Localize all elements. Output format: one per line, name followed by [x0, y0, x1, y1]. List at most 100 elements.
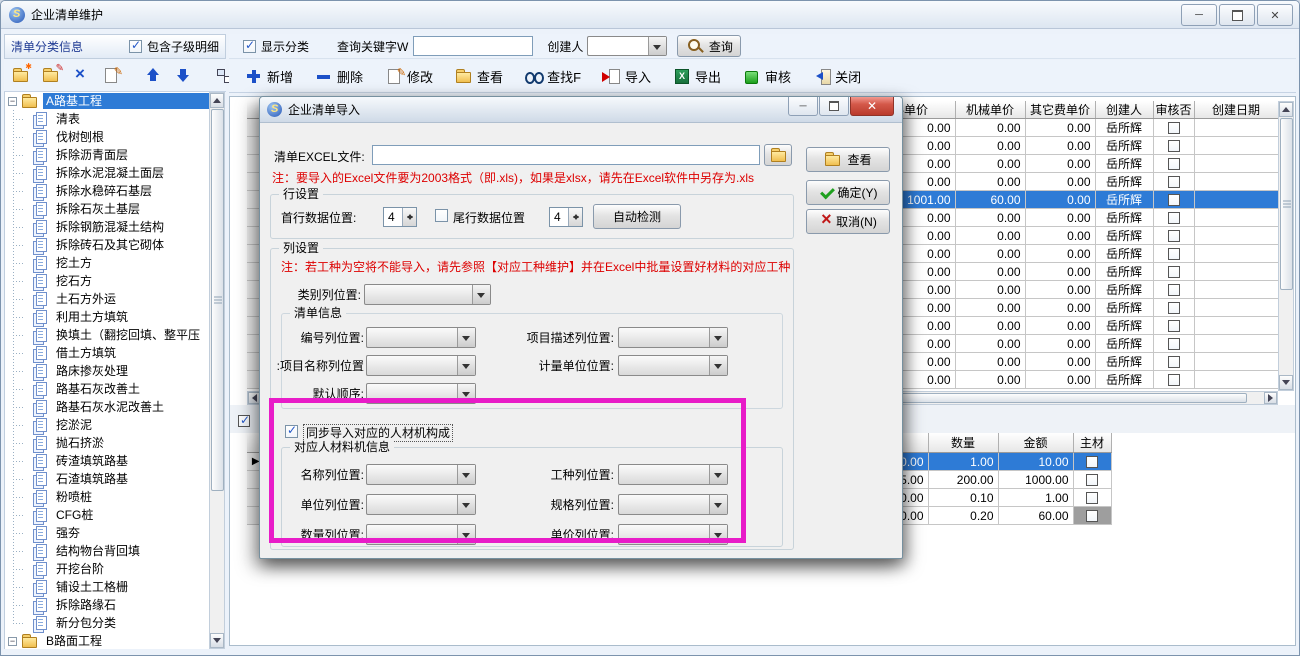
tree-item[interactable]: 拆除路缘石	[5, 596, 210, 614]
close-button[interactable]: 关闭	[813, 67, 861, 86]
audit-checkbox[interactable]	[1168, 374, 1180, 386]
unit-col-combobox[interactable]	[618, 355, 728, 376]
tree-root-item[interactable]: −A路基工程	[5, 92, 210, 110]
tree-item[interactable]: 粉喷桩	[5, 488, 210, 506]
view-button[interactable]: 查看	[455, 67, 503, 86]
tree-item[interactable]: 伐树刨根	[5, 128, 210, 146]
export-button[interactable]: 导出	[673, 67, 721, 86]
audit-checkbox[interactable]	[1168, 212, 1180, 224]
tree-root-item[interactable]: −B路面工程	[5, 632, 210, 649]
creator-combobox[interactable]	[587, 36, 667, 56]
close-button[interactable]: ✕	[1257, 4, 1293, 26]
dialog-close-button[interactable]: ✕	[850, 97, 894, 116]
minimize-button[interactable]: ─	[1181, 4, 1217, 26]
tree-scrollbar-thumb[interactable]	[211, 109, 224, 491]
tree-scrollbar[interactable]	[209, 92, 225, 649]
tree-item[interactable]: 抛石挤淤	[5, 434, 210, 452]
tree-item[interactable]: 土石方外运	[5, 290, 210, 308]
tree-item[interactable]: 借土方填筑	[5, 344, 210, 362]
new-folder-icon[interactable]	[10, 66, 32, 85]
cancel-button[interactable]: 取消(N)	[806, 209, 890, 234]
audit-checkbox[interactable]	[1168, 230, 1180, 242]
dialog-maximize-button[interactable]	[819, 97, 849, 116]
edit-note-icon[interactable]	[100, 66, 122, 85]
tree-item[interactable]: 挖土方	[5, 254, 210, 272]
code-col-combobox[interactable]	[366, 327, 476, 348]
partial-checkbox[interactable]	[238, 415, 250, 427]
tail-row-checkbox[interactable]	[435, 209, 448, 222]
tree-item[interactable]: 路基石灰水泥改善土	[5, 398, 210, 416]
tree-item[interactable]: CFG桩	[5, 506, 210, 524]
tree-item[interactable]: 路床掺灰处理	[5, 362, 210, 380]
tree-item[interactable]: 拆除石灰土基层	[5, 200, 210, 218]
dialog-view-button[interactable]: 查看	[806, 147, 890, 172]
creator-label: 创建人	[547, 38, 583, 55]
tail-row-spinner[interactable]: 4	[549, 207, 583, 227]
tree-item[interactable]: 拆除水泥混凝土面层	[5, 164, 210, 182]
modify-button[interactable]: 修改	[385, 67, 433, 86]
tree-item[interactable]: 铺设土工格栅	[5, 578, 210, 596]
tree-item[interactable]: 拆除水稳碎石基层	[5, 182, 210, 200]
browse-button[interactable]	[764, 144, 792, 166]
main-material-checkbox[interactable]	[1086, 492, 1098, 504]
tree-item[interactable]: 拆除钢筋混凝土结构	[5, 218, 210, 236]
include-children-checkbox[interactable]	[129, 40, 142, 53]
audit-checkbox[interactable]	[1168, 284, 1180, 296]
keyword-input[interactable]	[413, 36, 533, 56]
audit-checkbox[interactable]	[1168, 248, 1180, 260]
search-button[interactable]: 查询	[677, 35, 741, 57]
remove-button[interactable]: 删除	[315, 67, 363, 86]
tree-item[interactable]: 利用土方填筑	[5, 308, 210, 326]
audit-checkbox[interactable]	[1168, 320, 1180, 332]
move-up-icon[interactable]	[142, 66, 164, 85]
tree-item[interactable]: 挖淤泥	[5, 416, 210, 434]
add-button[interactable]: 新增	[245, 67, 293, 86]
ok-button[interactable]: 确定(Y)	[806, 180, 890, 205]
name-col-combobox[interactable]	[366, 355, 476, 376]
list-table-vscrollbar-thumb[interactable]	[1280, 118, 1293, 290]
tree-expander[interactable]: −	[8, 637, 17, 646]
audit-checkbox[interactable]	[1168, 338, 1180, 350]
main-material-checkbox[interactable]	[1086, 510, 1098, 522]
main-material-checkbox[interactable]	[1086, 474, 1098, 486]
tree-item[interactable]: 石渣填筑路基	[5, 470, 210, 488]
tree-expander[interactable]: −	[8, 97, 17, 106]
title-bar[interactable]: 企业清单维护 ─ ✕	[1, 1, 1299, 29]
audit-checkbox[interactable]	[1168, 194, 1180, 206]
tree-item[interactable]: 拆除砖石及其它砌体	[5, 236, 210, 254]
tree-item[interactable]: 挖石方	[5, 272, 210, 290]
tree-item[interactable]: 强夯	[5, 524, 210, 542]
edit-folder-icon[interactable]	[40, 66, 62, 85]
tree-item[interactable]: 拆除沥青面层	[5, 146, 210, 164]
tree-item[interactable]: 清表	[5, 110, 210, 128]
category-combobox[interactable]	[364, 284, 491, 305]
audit-checkbox[interactable]	[1168, 176, 1180, 188]
move-down-icon[interactable]	[172, 66, 194, 85]
tree-item[interactable]: 结构物台背回填	[5, 542, 210, 560]
excel-file-input[interactable]	[372, 145, 760, 165]
dialog-title-bar[interactable]: 企业清单导入 ─ ✕	[260, 97, 902, 123]
tree-item[interactable]: 换填土（翻挖回填、整平压	[5, 326, 210, 344]
maximize-button[interactable]	[1219, 4, 1255, 26]
import-button[interactable]: 导入	[603, 67, 651, 86]
show-category-checkbox[interactable]	[243, 40, 256, 53]
audit-button[interactable]: 审核	[743, 67, 791, 86]
tree-item[interactable]: 路基石灰改善土	[5, 380, 210, 398]
dialog-minimize-button[interactable]: ─	[788, 97, 818, 116]
audit-checkbox[interactable]	[1168, 356, 1180, 368]
list-table-vscrollbar[interactable]	[1278, 101, 1294, 391]
audit-checkbox[interactable]	[1168, 140, 1180, 152]
audit-checkbox[interactable]	[1168, 122, 1180, 134]
main-material-checkbox[interactable]	[1086, 456, 1098, 468]
find-button[interactable]: 查找F	[525, 67, 581, 86]
tree-item[interactable]: 砖渣填筑路基	[5, 452, 210, 470]
auto-detect-button[interactable]: 自动检测	[593, 204, 681, 229]
tree-item[interactable]: 开挖台阶	[5, 560, 210, 578]
audit-checkbox[interactable]	[1168, 266, 1180, 278]
audit-checkbox[interactable]	[1168, 158, 1180, 170]
desc-col-combobox[interactable]	[618, 327, 728, 348]
audit-checkbox[interactable]	[1168, 302, 1180, 314]
first-row-spinner[interactable]: 4	[383, 207, 417, 227]
delete-icon[interactable]	[70, 66, 92, 85]
tree-item[interactable]: 新分包分类	[5, 614, 210, 632]
